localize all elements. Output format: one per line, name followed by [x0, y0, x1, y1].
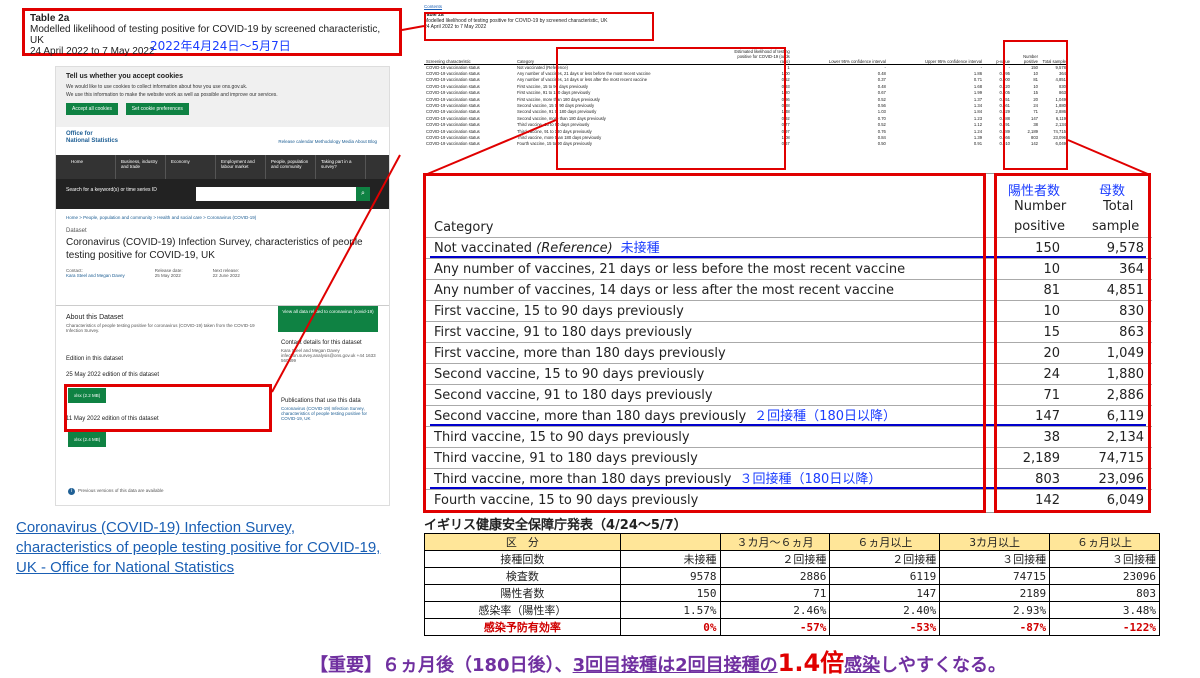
- summary-cell: -87%: [939, 618, 1051, 636]
- summary-cell: -53%: [829, 618, 941, 636]
- summary-cell: 2.46%: [719, 601, 831, 619]
- summary-cell: ３カ月～６ヵ月: [719, 533, 831, 551]
- conclusion-highlight: 1.4倍: [777, 649, 845, 677]
- summary-cell: [619, 533, 721, 551]
- summary-row-header: 区 分 ３カ月～６ヵ月 ６ヵ月以上 3カ月以上 ６ヵ月以上: [424, 533, 1160, 551]
- connector-numbers-right: [1067, 139, 1151, 176]
- summary-cell: 2886: [719, 567, 831, 585]
- summary-cell: 9578: [619, 567, 721, 585]
- summary-cell: ６ヵ月以上: [829, 533, 941, 551]
- summary-cell: 感染率（陽性率）: [424, 601, 621, 619]
- ukhsa-title: イギリス健康安全保障庁発表（4/24～5/7）: [424, 518, 687, 533]
- summary-cell: 1.57%: [619, 601, 721, 619]
- summary-cell: 150: [619, 584, 721, 602]
- summary-cell: 未接種: [619, 550, 721, 568]
- summary-cell: 74715: [939, 567, 1051, 585]
- summary-cell: 3.48%: [1049, 601, 1160, 619]
- summary-cell: 2189: [939, 584, 1051, 602]
- summary-cell: 検査数: [424, 567, 621, 585]
- summary-row-doses: 接種回数 未接種 ２回接種 ２回接種 ３回接種 ３回接種: [424, 550, 1160, 568]
- connector-title: [401, 25, 425, 31]
- summary-cell: -122%: [1049, 618, 1160, 636]
- conclusion-part-4: 感染: [844, 655, 881, 676]
- summary-cell: ６ヵ月以上: [1049, 533, 1160, 551]
- summary-row-positives: 陽性者数 150 71 147 2189 803: [424, 584, 1160, 602]
- summary-cell: 感染予防有効率: [424, 618, 621, 636]
- conclusion-part-2: 3回目接種は2回目接種の: [572, 655, 778, 676]
- conclusion-part-5: しやすくなる。: [880, 655, 1006, 676]
- summary-cell: 147: [829, 584, 941, 602]
- conclusion-text: 【重要】６ヵ月後（180日後）、3回目接種は2回目接種の1.4倍感染しやすくなる…: [310, 643, 1006, 678]
- summary-cell: 接種回数: [424, 550, 621, 568]
- summary-row-rate: 感染率（陽性率） 1.57% 2.46% 2.40% 2.93% 3.48%: [424, 601, 1160, 619]
- summary-cell: 803: [1049, 584, 1160, 602]
- connector-edition: [271, 154, 401, 393]
- summary-cell: 陽性者数: [424, 584, 621, 602]
- summary-cell: 2.93%: [939, 601, 1051, 619]
- summary-cell: -57%: [719, 618, 831, 636]
- summary-cell: ３回接種: [939, 550, 1051, 568]
- summary-cell: ２回接種: [829, 550, 941, 568]
- zoom-category-highlight: [423, 173, 986, 513]
- summary-cell: 3カ月以上: [939, 533, 1051, 551]
- summary-row-efficacy: 感染予防有効率 0% -57% -53% -87% -122%: [424, 618, 1160, 636]
- summary-cell: 2.40%: [829, 601, 941, 619]
- conclusion-part-1: 【重要】６ヵ月後（180日後）、: [310, 655, 573, 676]
- summary-cell: ２回接種: [719, 550, 831, 568]
- summary-cell: 71: [719, 584, 831, 602]
- summary-cell: ３回接種: [1049, 550, 1160, 568]
- summary-cell: 区 分: [424, 533, 621, 551]
- summary-cell: 0%: [619, 618, 721, 636]
- summary-row-tests: 検査数 9578 2886 6119 74715 23096: [424, 567, 1160, 585]
- connector-category-left: [424, 119, 557, 176]
- summary-cell: 6119: [829, 567, 941, 585]
- zoom-numbers-highlight: [994, 173, 1151, 513]
- ukhsa-summary-table: 区 分 ３カ月～６ヵ月 ６ヵ月以上 3カ月以上 ６ヵ月以上 接種回数 未接種 ２回接種 ２回接種…: [424, 533, 1160, 636]
- summary-cell: 23096: [1049, 567, 1160, 585]
